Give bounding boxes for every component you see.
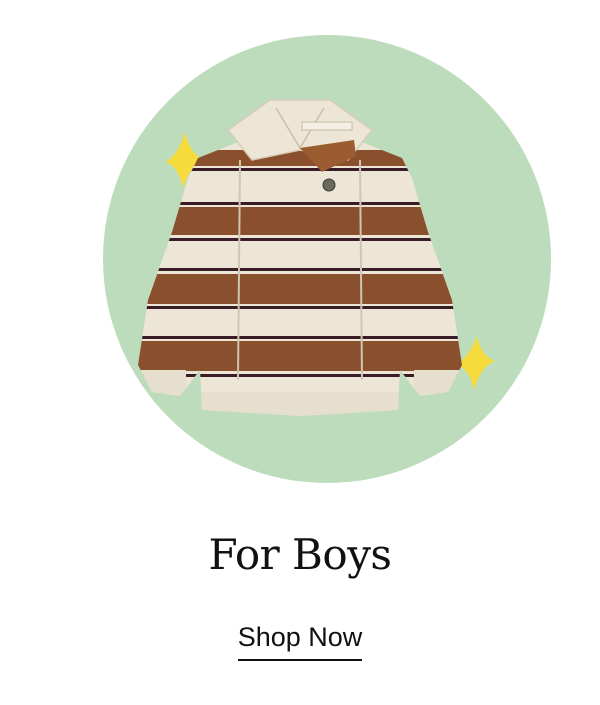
cta-container: Shop Now	[0, 622, 600, 661]
category-title: For Boys	[208, 530, 393, 579]
product-category-card: For Boys Shop Now	[0, 0, 600, 705]
category-hero-image[interactable]	[0, 0, 600, 500]
shop-now-link[interactable]: Shop Now	[237, 622, 363, 661]
